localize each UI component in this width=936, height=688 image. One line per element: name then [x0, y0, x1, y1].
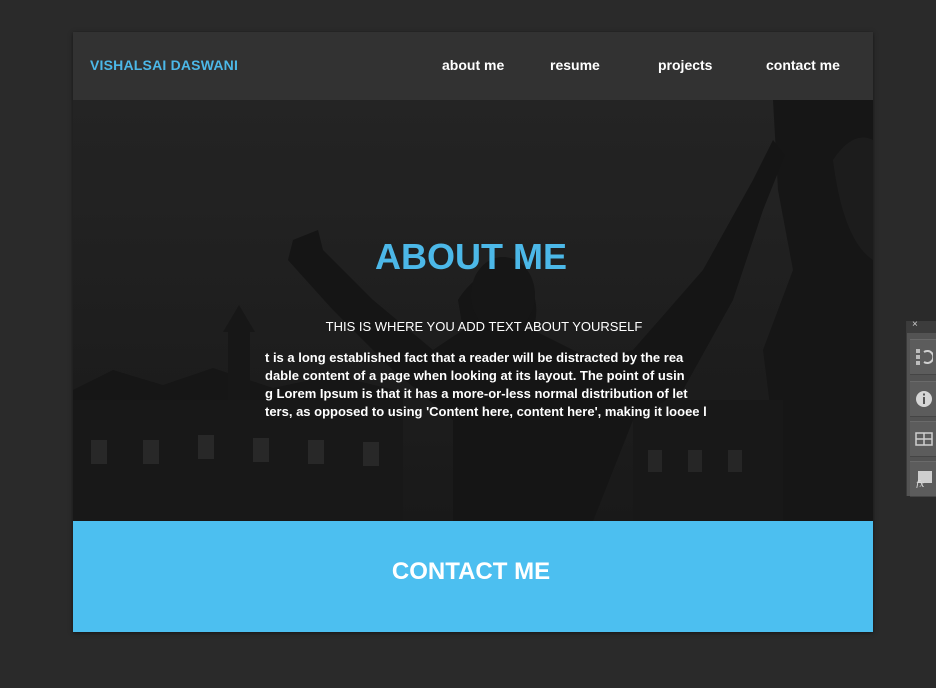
- floating-tool-panel: × fx: [906, 319, 936, 497]
- hero-background-photo: [73, 100, 873, 521]
- nav-link-projects[interactable]: projects: [658, 57, 712, 73]
- swatches-icon: [915, 432, 933, 446]
- brand-logo[interactable]: VISHALSAI DASWANI: [90, 57, 238, 73]
- about-body-line: ters, as opposed to using 'Content here,…: [265, 404, 707, 419]
- panel-close-icon[interactable]: ×: [912, 319, 918, 330]
- styles-icon: fx: [915, 471, 932, 488]
- site-header: VISHALSAI DASWANI about me resume projec…: [73, 32, 873, 100]
- history-panel-button[interactable]: [910, 339, 936, 375]
- about-subheading: THIS IS WHERE YOU ADD TEXT ABOUT YOURSEL…: [325, 319, 643, 334]
- panel-header: ×: [907, 319, 936, 333]
- about-section: ABOUT ME THIS IS WHERE YOU ADD TEXT ABOU…: [73, 100, 873, 521]
- nav-link-resume[interactable]: resume: [550, 57, 600, 73]
- about-body-line: t is a long established fact that a read…: [265, 350, 684, 365]
- history-icon: [916, 349, 933, 365]
- styles-panel-button[interactable]: fx: [910, 461, 936, 497]
- about-body-line: dable content of a page when looking at …: [265, 368, 685, 383]
- swatches-panel-button[interactable]: [910, 421, 936, 457]
- contact-section: CONTACT ME: [73, 521, 873, 632]
- about-body-text: t is a long established fact that a read…: [265, 349, 755, 421]
- about-body-line: g Lorem Ipsum is that it has a more-or-l…: [265, 386, 688, 401]
- artboard: VISHALSAI DASWANI about me resume projec…: [73, 32, 873, 632]
- nav-link-about-me[interactable]: about me: [442, 57, 504, 73]
- contact-heading: CONTACT ME: [391, 558, 551, 585]
- svg-text:fx: fx: [915, 480, 924, 488]
- info-panel-button[interactable]: [910, 381, 936, 417]
- nav-link-contact-me[interactable]: contact me: [766, 57, 840, 73]
- about-heading: ABOUT ME: [375, 236, 567, 277]
- info-icon: [916, 391, 932, 407]
